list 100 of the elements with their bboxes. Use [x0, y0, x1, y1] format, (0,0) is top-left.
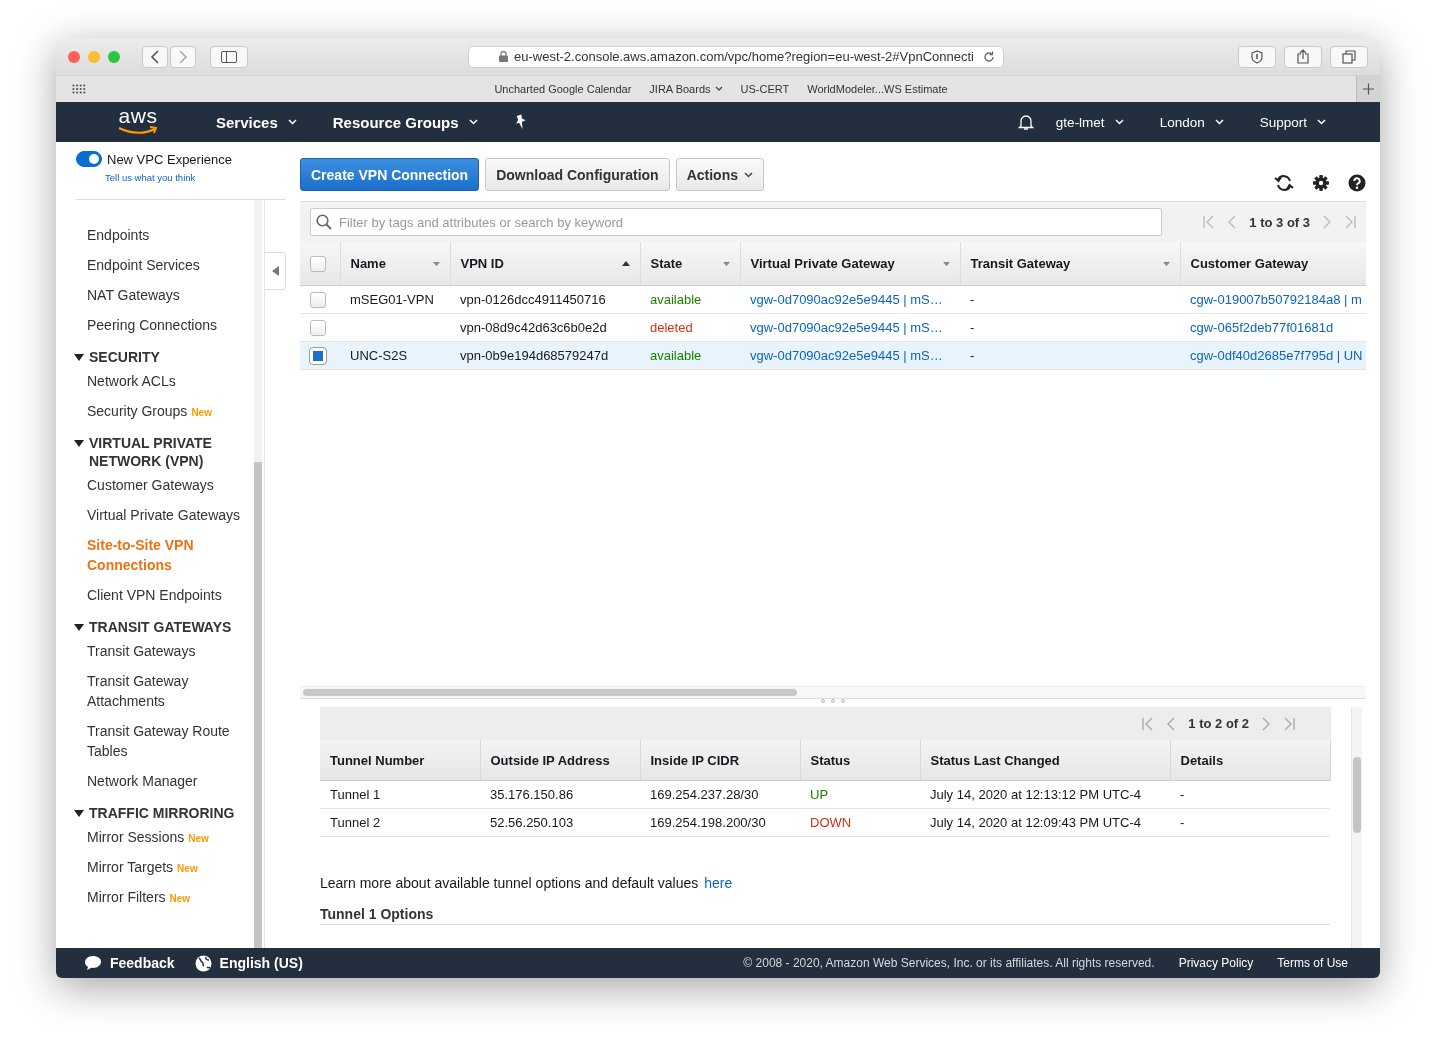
pagination-count: 1 to 3 of 3 [1249, 214, 1310, 230]
sidebar-item[interactable]: Endpoints [87, 225, 150, 245]
new-tab-button[interactable] [1356, 76, 1380, 102]
section-heading[interactable]: TRANSIT GATEWAYS [74, 610, 255, 636]
sidebar-item[interactable]: Peering Connections [87, 315, 217, 335]
shield-button[interactable] [1238, 45, 1276, 68]
table-cell: - [1180, 815, 1185, 830]
sidebar-item[interactable]: Transit Gateway Attachments [87, 671, 255, 711]
last-page-icon[interactable] [1344, 215, 1356, 229]
resize-handle-icon[interactable] [820, 699, 846, 703]
toggle-label: New VPC Experience [107, 151, 232, 167]
sidebar-item[interactable]: Network ACLs [87, 371, 176, 391]
column-header: Details [1170, 740, 1330, 781]
gateway-link[interactable]: vgw-0d7090ac92e5e9445 | mS… [750, 292, 943, 307]
sidebar-item[interactable]: Endpoint Services [87, 255, 200, 275]
help-icon[interactable] [1348, 173, 1366, 192]
footer-link[interactable]: Terms of Use [1277, 956, 1348, 970]
sidebar-toggle-button[interactable] [210, 45, 248, 68]
here-link[interactable]: here [704, 875, 733, 891]
last-page-icon[interactable] [1283, 716, 1295, 731]
tabs-button[interactable] [1330, 45, 1368, 68]
section-heading[interactable]: VIRTUAL PRIVATE NETWORK (VPN) [74, 426, 255, 470]
forward-button[interactable] [170, 45, 196, 68]
info-text: Learn more about available tunnel options and default values [320, 875, 699, 891]
column-header[interactable]: State [640, 242, 740, 286]
create-button[interactable]: Create VPN Connection [300, 158, 480, 191]
select-all-checkbox[interactable] [310, 255, 326, 272]
pin-icon[interactable] [513, 114, 528, 130]
bookmark-link[interactable]: JIRA Boards [649, 83, 723, 95]
copyright-text: © 2008 - 2020, Amazon Web Services, Inc. or its affiliates. All rights reserved. [743, 956, 1155, 970]
column-header[interactable]: VPN ID [450, 242, 640, 286]
section-heading[interactable]: SECURITY [74, 340, 255, 366]
previous-page-icon[interactable] [1166, 716, 1177, 731]
bookmark-link[interactable]: WorldModeler...WS Estimate [807, 83, 948, 95]
pagination-count: 1 to 2 of 2 [1188, 716, 1249, 731]
minimize-window-icon[interactable] [88, 50, 100, 63]
first-page-icon[interactable] [1142, 716, 1155, 731]
next-page-icon[interactable] [1322, 215, 1332, 229]
gateway-link[interactable]: cgw-065f2deb77f01681d [1190, 320, 1334, 335]
sidebar-item[interactable]: Network Manager [87, 771, 198, 791]
sidebar-item[interactable]: Security Groups [87, 401, 188, 421]
feedback-button[interactable]: Feedback [84, 955, 175, 971]
aws-logo[interactable]: aws [116, 109, 160, 135]
status-text: UP [810, 787, 829, 802]
settings-icon[interactable] [1312, 173, 1330, 192]
address-bar[interactable]: eu-west-2.console.aws.amazon.com/vpc/home?region=eu-west-2#VpnConnecti [468, 45, 1004, 68]
table-cell: July 14, 2020 at 12:09:43 PM UTC-4 [930, 815, 1141, 830]
row-checkbox[interactable] [310, 319, 326, 336]
status-text: deleted [650, 320, 693, 335]
collapse-sidebar-button[interactable] [265, 252, 286, 290]
section-heading[interactable]: TRAFFIC MIRRORING [74, 796, 255, 822]
sidebar-item[interactable]: NAT Gateways [87, 285, 180, 305]
nav-menu[interactable]: gte-lmet [1047, 114, 1132, 130]
next-page-icon[interactable] [1261, 716, 1271, 731]
share-button[interactable] [1284, 45, 1322, 68]
nav-menu[interactable]: Services [208, 113, 305, 131]
status-text: DOWN [810, 815, 852, 830]
sidebar-item[interactable]: Mirror Targets [87, 857, 174, 877]
scrollbar[interactable] [300, 686, 1366, 699]
back-button[interactable] [142, 45, 168, 68]
column-header[interactable]: Name [340, 242, 450, 286]
table-cell: 169.254.237.28/30 [650, 787, 759, 802]
footer-link[interactable]: Privacy Policy [1178, 956, 1254, 970]
actions-menu-button[interactable]: Actions [675, 158, 764, 191]
gateway-link[interactable]: vgw-0d7090ac92e5e9445 | mS… [750, 320, 943, 335]
bookmark-link[interactable]: Uncharted Google Calendar [494, 83, 632, 95]
scrollbar[interactable] [1351, 707, 1362, 948]
sidebar-item[interactable]: Transit Gateways [87, 641, 196, 661]
sidebar-item[interactable]: Client VPN Endpoints [87, 585, 222, 605]
language-button[interactable]: English (US) [194, 954, 303, 972]
sidebar-item[interactable]: Mirror Sessions [87, 827, 185, 847]
nav-menu[interactable]: London [1151, 114, 1232, 130]
close-window-icon[interactable] [68, 50, 80, 63]
sidebar-item[interactable]: Customer Gateways [87, 475, 214, 495]
nav-menu[interactable]: Resource Groups [324, 113, 486, 131]
nav-menu[interactable]: Support [1251, 114, 1334, 130]
gateway-link[interactable]: cgw-019007b50792184a8 | m [1190, 292, 1362, 307]
column-header[interactable]: Transit Gateway [960, 242, 1180, 286]
previous-page-icon[interactable] [1227, 215, 1238, 229]
toggle-switch[interactable] [76, 151, 102, 167]
column-header[interactable]: Virtual Private Gateway [740, 242, 960, 286]
refresh-icon[interactable] [1274, 173, 1294, 192]
scrollbar[interactable] [254, 200, 262, 948]
notifications-bell-icon[interactable] [1017, 113, 1034, 131]
column-header[interactable]: Customer Gateway [1180, 242, 1366, 286]
sidebar-item[interactable]: Transit Gateway Route Tables [87, 721, 255, 761]
reload-icon[interactable] [983, 50, 995, 63]
feedback-link[interactable]: Tell us what you think [105, 172, 196, 183]
bookmark-link[interactable]: US-CERT [740, 83, 790, 95]
apps-grid-icon[interactable] [72, 84, 86, 94]
toolbar-button[interactable]: Download Configuration [485, 158, 670, 191]
sidebar-item[interactable]: Mirror Filters [87, 887, 166, 907]
column-header: Tunnel Number [320, 740, 480, 781]
zoom-window-icon[interactable] [108, 50, 120, 63]
table-cell: 35.176.150.86 [490, 787, 574, 802]
search-field[interactable]: Filter by tags and attributes or search by keyword [310, 208, 1162, 236]
row-checkbox[interactable] [310, 291, 326, 308]
sidebar-item[interactable]: Virtual Private Gateways [87, 505, 241, 525]
tabs-icon [1342, 49, 1356, 64]
first-page-icon[interactable] [1203, 215, 1216, 229]
